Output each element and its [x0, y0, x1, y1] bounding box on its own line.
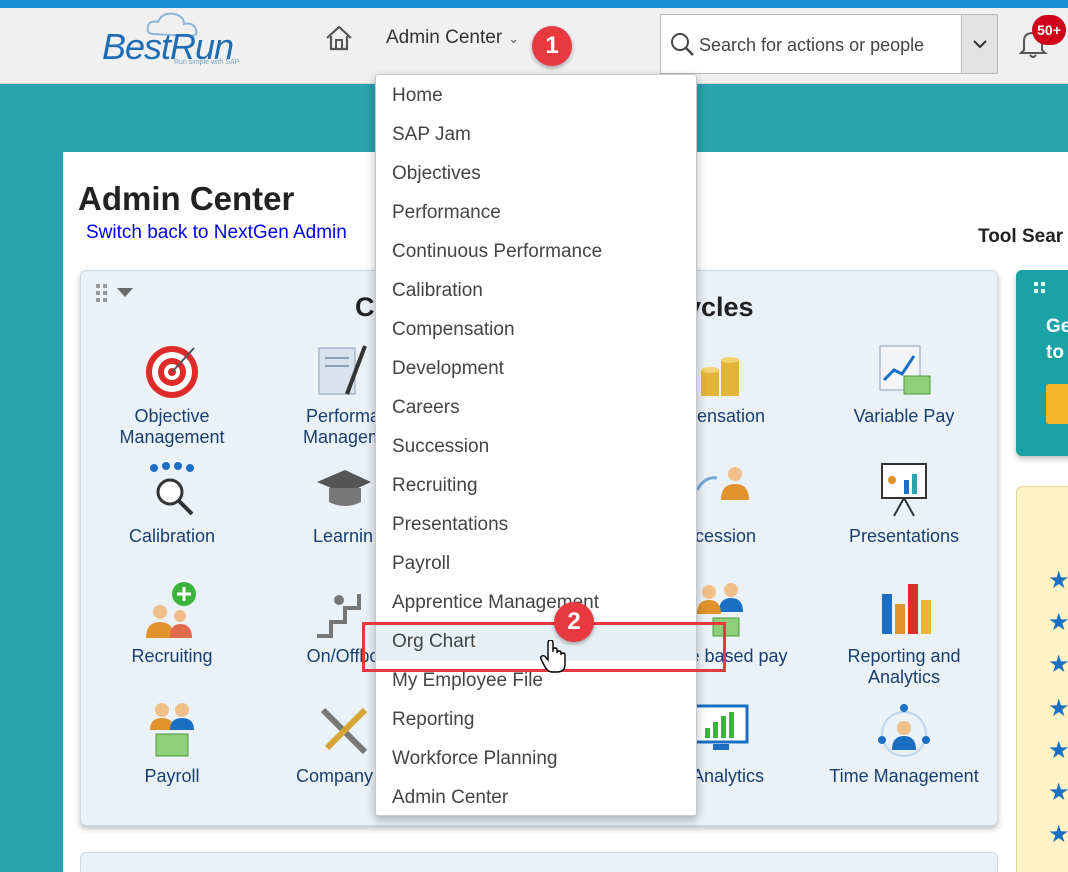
star-icon[interactable]: ★	[1048, 608, 1068, 637]
search-icon	[671, 33, 694, 56]
star-icon[interactable]: ★	[1048, 566, 1068, 595]
page-title: Admin Center	[78, 180, 295, 217]
logo-subtext: Run simple with SAP	[174, 59, 240, 66]
chart-money-icon	[879, 345, 931, 395]
bar-chart-icon	[882, 584, 931, 634]
star-icon[interactable]: ★	[1048, 736, 1068, 765]
app-label: Time Management	[829, 766, 979, 786]
app-recruiting[interactable]: Recruiting	[97, 580, 247, 667]
app-objective-management[interactable]: Objective Management	[97, 340, 247, 448]
star-icon[interactable]: ★	[1048, 820, 1068, 849]
top-accent-stripe	[0, 0, 1068, 8]
chevron-down-icon	[973, 40, 987, 49]
menu-item-admin-center[interactable]: Admin Center	[376, 778, 696, 817]
menu-item-development[interactable]: Development	[376, 349, 696, 388]
menu-item-compensation[interactable]: Compensation	[376, 310, 696, 349]
menu-item-payroll[interactable]: Payroll	[376, 544, 696, 583]
succession-people-icon	[695, 467, 749, 500]
search-box	[660, 14, 998, 74]
admin-center-dropdown-menu: Home SAP Jam Objectives Performance Cont…	[375, 74, 697, 816]
chevron-down-icon: ⌄	[508, 31, 520, 46]
menu-item-reporting[interactable]: Reporting	[376, 700, 696, 739]
add-people-icon	[146, 582, 196, 638]
tile-menu-caret-icon[interactable]	[117, 288, 133, 297]
step-2-marker: 2	[554, 602, 594, 642]
menu-item-continuous-performance[interactable]: Continuous Performance	[376, 232, 696, 271]
app-label: Calibration	[128, 526, 216, 546]
promo-text: Ge to	[1046, 316, 1068, 363]
tool-search-label: Tool Sear	[978, 226, 1064, 247]
app-variable-pay[interactable]: Variable Pay	[829, 340, 979, 427]
app-label: Variable Pay	[853, 406, 955, 426]
promo-button[interactable]	[1046, 384, 1068, 424]
right-promo-card: Ge to	[1016, 270, 1068, 456]
search-input[interactable]	[699, 29, 955, 61]
graduation-cap-icon	[317, 470, 371, 506]
app-label: Recruiting	[131, 646, 213, 666]
admin-center-nav[interactable]: Admin Center ⌄	[386, 27, 519, 49]
star-icon[interactable]: ★	[1048, 694, 1068, 723]
menu-item-workforce-planning[interactable]: Workforce Planning	[376, 739, 696, 778]
app-calibration[interactable]: Calibration	[97, 460, 247, 547]
app-reporting-analytics[interactable]: Reporting and Analytics	[829, 580, 979, 688]
app-label: Presentations	[848, 526, 960, 546]
home-icon[interactable]	[324, 24, 354, 52]
menu-item-careers[interactable]: Careers	[376, 388, 696, 427]
coins-icon	[701, 357, 739, 396]
tools-icon	[320, 707, 368, 755]
people-cash-icon	[150, 703, 194, 757]
app-label: Objective Management	[119, 406, 225, 447]
menu-item-calibration[interactable]: Calibration	[376, 271, 696, 310]
star-icon[interactable]: ★	[1048, 650, 1068, 679]
magnifier-people-icon	[150, 462, 194, 516]
target-icon	[146, 346, 198, 398]
hand-cursor-icon	[539, 639, 566, 674]
drag-handle-icon[interactable]	[1034, 282, 1046, 302]
menu-item-home[interactable]: Home	[376, 76, 696, 115]
tile-title-left: C	[355, 292, 375, 322]
app-presentations[interactable]: Presentations	[829, 460, 979, 547]
document-pen-icon	[318, 345, 367, 395]
admin-center-nav-label: Admin Center	[386, 27, 503, 48]
second-tile	[80, 852, 998, 872]
app-time-management[interactable]: Time Management	[829, 700, 979, 787]
menu-item-sap-jam[interactable]: SAP Jam	[376, 115, 696, 154]
menu-item-recruiting[interactable]: Recruiting	[376, 466, 696, 505]
app-label: Reporting and Analytics	[847, 646, 961, 687]
app-payroll[interactable]: Payroll	[97, 700, 247, 787]
app-label: Payroll	[144, 766, 200, 786]
search-dropdown-button[interactable]	[961, 15, 997, 73]
star-icon[interactable]: ★	[1048, 778, 1068, 807]
drag-handle-icon[interactable]	[96, 284, 108, 304]
people-network-icon	[878, 704, 930, 757]
menu-item-presentations[interactable]: Presentations	[376, 505, 696, 544]
step-1-marker: 1	[532, 26, 572, 66]
notification-badge: 50+	[1032, 15, 1066, 45]
switch-nextgen-link[interactable]: Switch back to NextGen Admin	[86, 222, 347, 244]
right-favorites-card	[1016, 486, 1068, 872]
menu-item-objectives[interactable]: Objectives	[376, 154, 696, 193]
menu-item-apprentice-management[interactable]: Apprentice Management	[376, 583, 696, 622]
monitor-chart-icon	[693, 704, 749, 750]
menu-item-succession[interactable]: Succession	[376, 427, 696, 466]
presentation-board-icon	[881, 463, 927, 517]
menu-item-performance[interactable]: Performance	[376, 193, 696, 232]
bestrun-logo[interactable]: BestRun Run simple with SAP	[100, 12, 250, 70]
